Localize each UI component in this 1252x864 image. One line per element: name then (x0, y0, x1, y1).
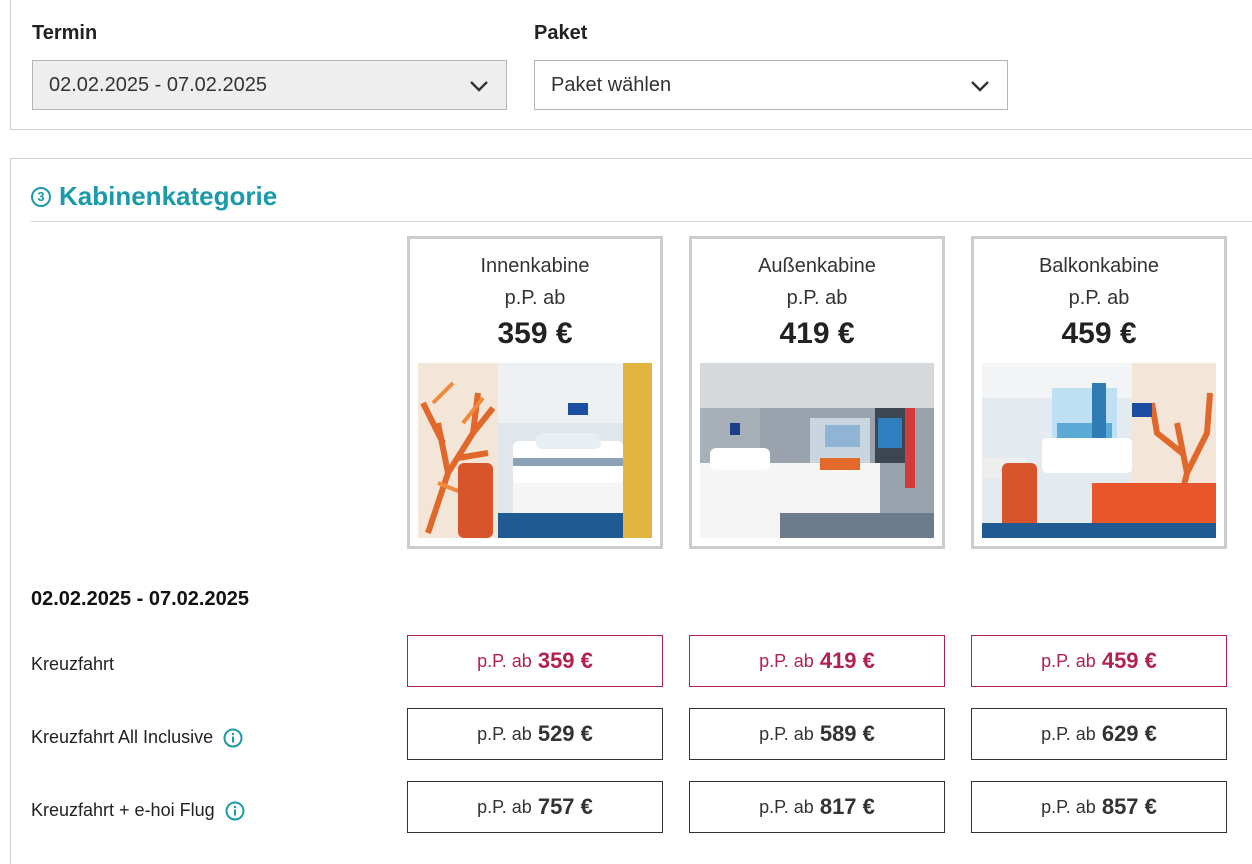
section-divider (31, 221, 1252, 222)
termin-select-value: 02.02.2025 - 07.02.2025 (49, 73, 267, 96)
price-option-balkon-flug[interactable]: p.P. ab 857 € (971, 781, 1227, 833)
cabin-from-label: p.P. ab (504, 287, 566, 309)
price-amount: 589 € (819, 721, 875, 746)
termin-select[interactable]: 02.02.2025 - 07.02.2025 (32, 60, 507, 110)
cabin-card-aussenkabine[interactable]: Außenkabine p.P. ab 419 € (689, 236, 945, 549)
cabin-price: 419 € (779, 317, 855, 350)
step-number-badge: 3 (31, 186, 51, 207)
chevron-down-icon (470, 81, 488, 92)
price-option-balkon-kreuzfahrt[interactable]: p.P. ab 459 € (971, 635, 1227, 687)
price-prefix: p.P. ab (759, 650, 814, 671)
date-heading: 02.02.2025 - 07.02.2025 (31, 588, 249, 610)
row-label-text: Kreuzfahrt (31, 654, 115, 674)
price-amount: 419 € (819, 648, 875, 673)
price-prefix: p.P. ab (477, 650, 532, 671)
price-option-aussen-flug[interactable]: p.P. ab 817 € (689, 781, 945, 833)
price-prefix: p.P. ab (477, 796, 532, 817)
row-label-all-inclusive: Kreuzfahrt All Inclusive (31, 727, 243, 748)
paket-label: Paket (534, 22, 588, 44)
price-prefix: p.P. ab (759, 796, 814, 817)
price-amount: 857 € (1101, 794, 1157, 819)
ocean-view-cabin-photo (700, 363, 934, 538)
info-icon[interactable] (223, 728, 243, 748)
price-option-aussen-kreuzfahrt[interactable]: p.P. ab 419 € (689, 635, 945, 687)
price-prefix: p.P. ab (1041, 650, 1096, 671)
cabin-price: 459 € (1061, 317, 1137, 350)
filter-panel: Termin 02.02.2025 - 07.02.2025 Paket Pak… (10, 0, 1252, 130)
price-amount: 359 € (537, 648, 593, 673)
cabin-card-balkonkabine[interactable]: Balkonkabine p.P. ab 459 € (971, 236, 1227, 549)
price-option-balkon-all-inclusive[interactable]: p.P. ab 629 € (971, 708, 1227, 760)
cabin-from-label: p.P. ab (786, 287, 848, 309)
price-option-aussen-all-inclusive[interactable]: p.P. ab 589 € (689, 708, 945, 760)
cabin-card-innenkabine[interactable]: Innenkabine p.P. ab 359 € (407, 236, 663, 549)
price-prefix: p.P. ab (759, 723, 814, 744)
section-title: 3 Kabinenkategorie (31, 181, 277, 212)
cabin-name: Außenkabine (758, 255, 876, 277)
paket-select-value: Paket wählen (551, 73, 672, 96)
cabin-name: Innenkabine (480, 255, 590, 277)
price-prefix: p.P. ab (477, 723, 532, 744)
row-label-text: Kreuzfahrt All Inclusive (31, 727, 214, 747)
price-option-innen-all-inclusive[interactable]: p.P. ab 529 € (407, 708, 663, 760)
cabin-from-label: p.P. ab (1068, 287, 1130, 309)
paket-select[interactable]: Paket wählen (534, 60, 1008, 110)
info-icon[interactable] (225, 801, 245, 821)
price-prefix: p.P. ab (1041, 796, 1096, 817)
row-label-text: Kreuzfahrt + e-hoi Flug (31, 800, 215, 820)
price-option-innen-flug[interactable]: p.P. ab 757 € (407, 781, 663, 833)
cabin-name: Balkonkabine (1038, 255, 1160, 277)
row-label-kreuzfahrt: Kreuzfahrt (31, 654, 114, 675)
termin-label: Termin (32, 22, 98, 44)
cabin-price: 359 € (497, 317, 573, 350)
price-amount: 757 € (537, 794, 593, 819)
interior-cabin-photo (418, 363, 652, 538)
price-amount: 629 € (1101, 721, 1157, 746)
price-amount: 529 € (537, 721, 593, 746)
balcony-cabin-photo (982, 363, 1216, 538)
price-amount: 459 € (1101, 648, 1157, 673)
chevron-down-icon (971, 81, 989, 92)
price-option-innen-kreuzfahrt[interactable]: p.P. ab 359 € (407, 635, 663, 687)
price-amount: 817 € (819, 794, 875, 819)
price-prefix: p.P. ab (1041, 723, 1096, 744)
section-title-text: Kabinenkategorie (59, 181, 278, 211)
row-label-flug: Kreuzfahrt + e-hoi Flug (31, 800, 245, 821)
